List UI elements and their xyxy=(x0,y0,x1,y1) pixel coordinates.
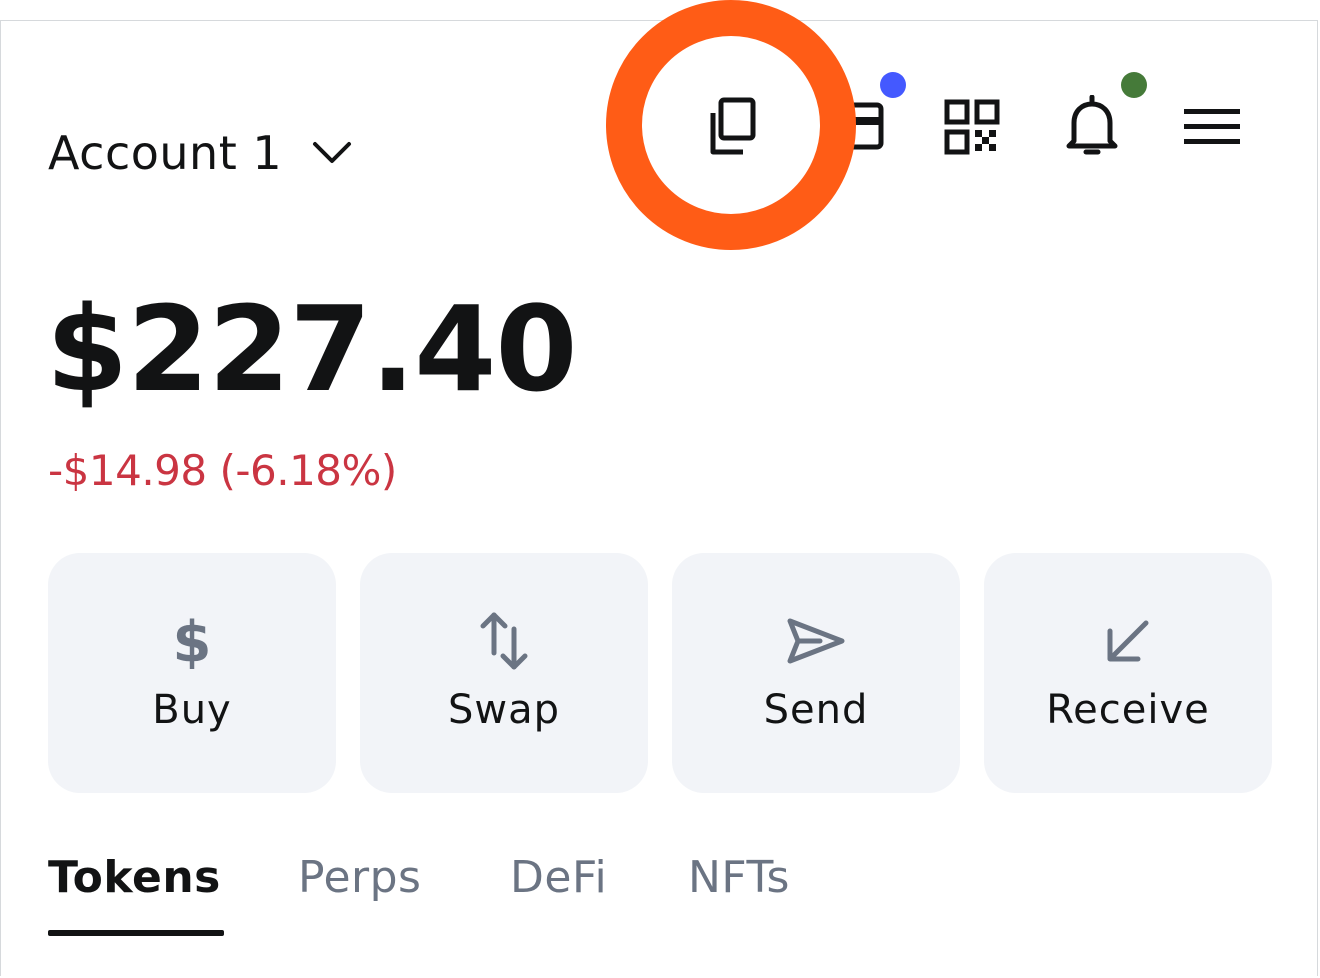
tab-tokens[interactable]: Tokens xyxy=(48,852,221,903)
active-tab-indicator xyxy=(48,930,224,936)
qr-code-icon xyxy=(944,99,1000,155)
receive-label: Receive xyxy=(1046,687,1210,733)
dollar-icon: $ xyxy=(173,613,212,669)
buy-label: Buy xyxy=(152,687,232,733)
notifications-button[interactable] xyxy=(1058,92,1126,162)
tab-nfts[interactable]: NFTs xyxy=(688,852,790,903)
notification-badge xyxy=(1121,72,1147,98)
hamburger-menu-icon xyxy=(1184,109,1240,144)
send-button[interactable]: Send xyxy=(672,553,960,793)
copy-icon xyxy=(710,97,756,155)
receive-arrow-icon xyxy=(1107,620,1149,662)
tab-defi[interactable]: DeFi xyxy=(510,852,607,903)
qr-scan-button[interactable] xyxy=(940,96,1004,158)
swap-arrows-icon xyxy=(480,612,528,670)
chevron-down-icon xyxy=(312,141,352,165)
send-label: Send xyxy=(763,687,869,733)
buy-button[interactable]: $ Buy xyxy=(48,553,336,793)
copy-address-button[interactable] xyxy=(696,92,766,162)
account-name: Account 1 xyxy=(48,126,283,180)
card-button[interactable] xyxy=(818,94,888,158)
swap-button[interactable]: Swap xyxy=(360,553,648,793)
card-notification-badge xyxy=(880,72,906,98)
send-icon xyxy=(787,618,845,664)
svg-text:$: $ xyxy=(173,613,212,669)
bell-icon xyxy=(1066,95,1118,155)
swap-label: Swap xyxy=(447,687,560,733)
menu-button[interactable] xyxy=(1178,102,1246,152)
card-icon xyxy=(822,102,884,150)
tab-perps[interactable]: Perps xyxy=(298,852,421,903)
account-selector[interactable]: Account 1 xyxy=(48,125,352,181)
receive-button[interactable]: Receive xyxy=(984,553,1272,793)
balance-change: -$14.98 (-6.18%) xyxy=(48,446,397,495)
total-balance: $227.40 xyxy=(46,280,577,418)
